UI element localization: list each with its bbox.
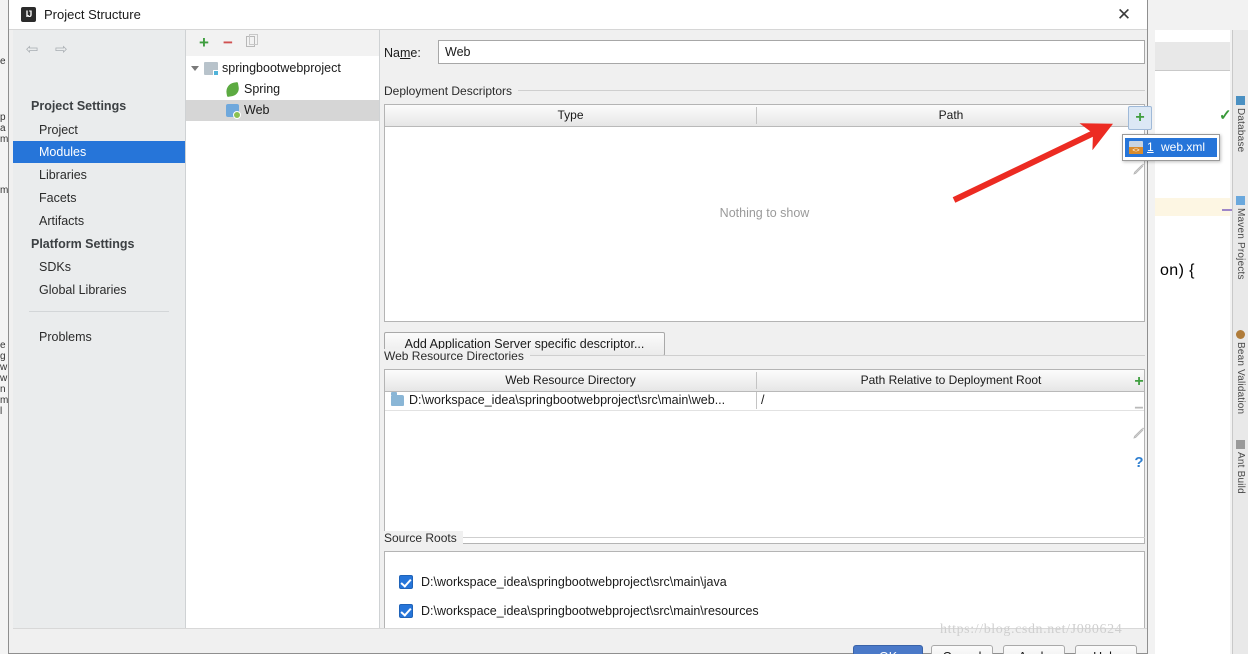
sidebar-item-facets[interactable]: Facets (13, 187, 185, 209)
nav-forward-icon[interactable]: ⇨ (48, 40, 74, 60)
spring-leaf-icon (224, 81, 241, 98)
sidebar-nav-arrows: ⇦ ⇨ (19, 40, 74, 60)
table-header: Web Resource Directory Path Relative to … (385, 370, 1144, 392)
column-header-web-resource-directory[interactable]: Web Resource Directory (385, 370, 756, 391)
dialog-titlebar: IJ Project Structure ✕ (9, 0, 1147, 30)
maven-icon (1235, 196, 1245, 205)
deployment-descriptor-edit-button[interactable] (1128, 161, 1150, 183)
source-roots-label: Source Roots (384, 531, 463, 545)
column-header-type[interactable]: Type (385, 105, 756, 126)
ide-code-fragment: on) { (1160, 262, 1195, 279)
web-resource-directories-label: Web Resource Directories (384, 349, 530, 363)
source-root-path: D:\workspace_idea\springbootwebproject\s… (421, 604, 759, 618)
copy-icon (245, 34, 258, 47)
descriptor-type-popup-menu[interactable]: 1 web.xml (1122, 134, 1220, 161)
vertical-tab-ant-build[interactable]: Ant Build (1233, 440, 1247, 494)
web-resource-directories-rule (520, 355, 1145, 356)
sidebar-item-artifacts[interactable]: Artifacts (13, 210, 185, 232)
sidebar-item-problems[interactable]: Problems (13, 326, 185, 348)
nav-back-icon[interactable]: ⇦ (19, 40, 45, 60)
ide-tab-strip (1155, 42, 1230, 71)
help-button[interactable]: Help (1075, 645, 1137, 654)
watermark-text: https://blog.csdn.net/J080624 (940, 622, 1123, 637)
source-root-checkbox[interactable] (399, 604, 413, 618)
relative-path-value: / (761, 393, 765, 407)
apply-button[interactable]: Apply (1003, 645, 1065, 654)
sidebar-item-project[interactable]: Project (13, 119, 185, 141)
module-tree-toolbar: + − (186, 30, 379, 56)
vertical-tab-database[interactable]: Database (1233, 96, 1247, 152)
intellij-logo-icon: IJ (21, 7, 36, 22)
deployment-descriptors-rule (512, 90, 1145, 91)
sidebar-divider (29, 311, 169, 312)
list-item[interactable]: D:\workspace_idea\springbootwebproject\s… (385, 597, 1144, 625)
column-header-path[interactable]: Path (757, 105, 1145, 126)
sidebar-group-platform-settings: Platform Settings (31, 237, 135, 251)
close-icon[interactable]: ✕ (1109, 4, 1139, 26)
tree-node-label: springbootwebproject (222, 61, 341, 75)
sidebar-item-modules[interactable]: Modules (13, 141, 185, 163)
web-facet-icon (226, 104, 241, 119)
deployment-descriptors-label: Deployment Descriptors (384, 84, 519, 98)
deployment-descriptor-add-button[interactable]: + (1128, 106, 1152, 130)
database-icon (1235, 96, 1245, 105)
sidebar-item-sdks[interactable]: SDKs (13, 256, 185, 278)
tree-node-label: Spring (244, 82, 281, 96)
web-resource-edit-button[interactable] (1128, 425, 1150, 447)
dialog-title: Project Structure (44, 7, 141, 22)
ide-highlighted-line (1155, 198, 1230, 216)
web-resource-directory-value: D:\workspace_idea\springbootwebproject\s… (409, 393, 726, 407)
facet-settings-panel: Name: Deployment Descriptors Type Path N… (380, 30, 1152, 651)
source-root-path: D:\workspace_idea\springbootwebproject\s… (421, 575, 727, 589)
help-button[interactable]: ? (1128, 452, 1150, 474)
table-header: Type Path (385, 105, 1144, 127)
sidebar-item-libraries[interactable]: Libraries (13, 164, 185, 186)
menu-item-mnemonic: 1 (1147, 140, 1154, 154)
ant-icon (1235, 440, 1245, 449)
vertical-tab-bean-validation[interactable]: Bean Validation (1233, 330, 1247, 414)
source-root-checkbox[interactable] (399, 575, 413, 589)
pencil-icon (1133, 427, 1145, 439)
menu-item-label: web.xml (1161, 140, 1206, 154)
ok-button[interactable]: OK (853, 645, 923, 654)
web-resource-add-button[interactable]: + (1128, 371, 1150, 393)
vertical-tab-maven-projects[interactable]: Maven Projects (1233, 196, 1247, 280)
inspection-ok-icon: ✓ (1219, 107, 1232, 124)
row-column-divider (756, 392, 757, 409)
expand-arrow-icon[interactable] (191, 66, 199, 75)
tree-node-spring[interactable]: Spring (186, 79, 379, 100)
name-input[interactable] (438, 40, 1145, 64)
pencil-icon (1133, 163, 1145, 175)
sidebar-group-project-settings: Project Settings (31, 99, 127, 113)
screenshot-root: ✓ on) { e pam m egwwnml Database Maven P… (0, 0, 1248, 654)
empty-table-message: Nothing to show (719, 206, 810, 220)
sidebar-item-global-libraries[interactable]: Global Libraries (13, 279, 185, 301)
add-module-button[interactable]: + (193, 33, 215, 53)
list-item[interactable]: D:\workspace_idea\springbootwebproject\s… (385, 568, 1144, 596)
bean-icon (1235, 330, 1245, 339)
name-label: Name: (384, 46, 421, 60)
remove-module-button[interactable]: − (217, 33, 239, 53)
xml-file-icon (1129, 141, 1143, 154)
web-resource-remove-button[interactable]: − (1128, 398, 1150, 420)
source-roots-rule (452, 537, 1145, 538)
copy-module-button[interactable] (241, 33, 263, 53)
tree-node-web[interactable]: Web (186, 100, 379, 121)
cancel-button[interactable]: Cancel (931, 645, 993, 654)
tree-node-springbootwebproject[interactable]: springbootwebproject (186, 58, 379, 79)
module-icon (204, 62, 219, 76)
deployment-descriptors-table[interactable]: Type Path Nothing to show (384, 104, 1145, 322)
column-header-path-relative[interactable]: Path Relative to Deployment Root (757, 370, 1145, 391)
table-row[interactable]: D:\workspace_idea\springbootwebproject\s… (385, 391, 1144, 411)
folder-icon (391, 392, 404, 406)
settings-sidebar: ⇦ ⇨ Project Settings Platform Settings P… (13, 30, 186, 629)
module-tree-panel: + − springbootwebproject Spring Web (186, 30, 380, 629)
project-structure-dialog: IJ Project Structure ✕ ⇦ ⇨ Project Setti… (8, 0, 1152, 654)
web-resource-directories-table[interactable]: Web Resource Directory Path Relative to … (384, 369, 1145, 544)
tree-node-label: Web (244, 103, 270, 117)
menu-item-web-xml[interactable]: 1 web.xml (1125, 138, 1217, 157)
